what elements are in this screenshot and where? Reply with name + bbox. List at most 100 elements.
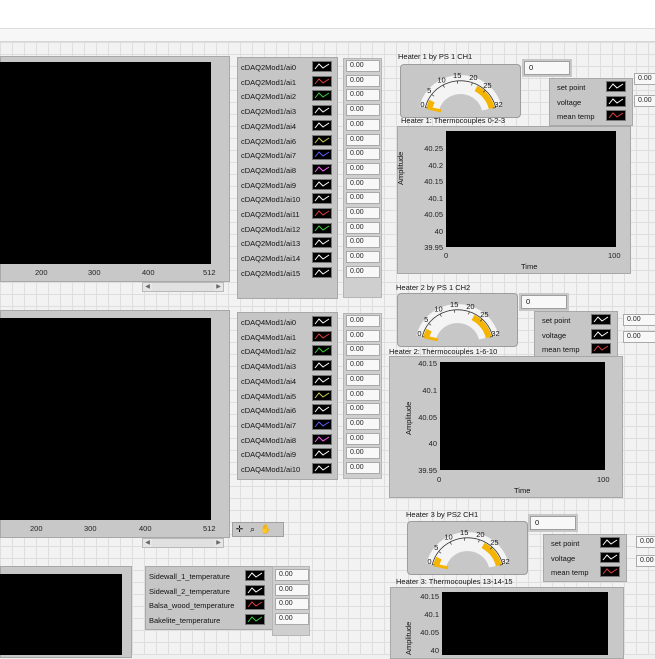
waveform-graph-top-plot[interactable]	[0, 62, 211, 264]
channel-value: 0.00	[346, 433, 380, 445]
legend-row[interactable]: mean temp	[547, 566, 623, 578]
crosshair-icon[interactable]: ✛	[234, 524, 245, 535]
legend-row[interactable]: cDAQ4Mod1/ai0	[241, 316, 336, 328]
plot-line-swatch-icon[interactable]	[312, 252, 332, 263]
plot-line-swatch-icon[interactable]	[312, 404, 332, 415]
legend-row[interactable]: cDAQ2Mod1/ai6	[241, 135, 336, 147]
legend-row[interactable]: mean temp	[553, 110, 629, 122]
plot-line-swatch-icon[interactable]	[312, 76, 332, 87]
plot-line-swatch-icon[interactable]	[312, 434, 332, 445]
legend-row[interactable]: set point	[538, 314, 614, 326]
plot-line-swatch-icon[interactable]	[312, 120, 332, 131]
zoom-icon[interactable]: ⌕	[247, 524, 258, 535]
legend-row[interactable]: mean temp	[538, 343, 614, 355]
heater2-numeric[interactable]: 0	[521, 295, 567, 309]
legend-row[interactable]: cDAQ2Mod1/ai10	[241, 193, 336, 205]
legend-row[interactable]: cDAQ4Mod1/ai5	[241, 390, 336, 402]
plot-line-swatch-icon[interactable]	[591, 314, 611, 325]
legend-row[interactable]: cDAQ2Mod1/ai12	[241, 223, 336, 235]
plot-line-swatch-icon[interactable]	[312, 316, 332, 327]
plot-line-swatch-icon[interactable]	[591, 343, 611, 354]
plot-line-swatch-icon[interactable]	[312, 463, 332, 474]
legend-row[interactable]: voltage	[538, 329, 614, 341]
plot-line-swatch-icon[interactable]	[600, 552, 620, 563]
plot-line-swatch-icon[interactable]	[312, 419, 332, 430]
heater3-chart-plot[interactable]	[442, 592, 608, 655]
legend-row[interactable]: voltage	[547, 552, 623, 564]
plot-line-swatch-icon[interactable]	[606, 81, 626, 92]
plot-line-swatch-icon[interactable]	[312, 223, 332, 234]
graph-top-scrollbar[interactable]: ◀ ▶	[142, 282, 224, 292]
plot-line-swatch-icon[interactable]	[312, 390, 332, 401]
gauge-scale-label: 25	[483, 81, 491, 90]
legend-row[interactable]: cDAQ4Mod1/ai6	[241, 404, 336, 416]
heater3-numeric[interactable]: 0	[530, 516, 576, 530]
legend-row[interactable]: Bakelite_temperature	[149, 614, 271, 626]
legend-row[interactable]: cDAQ2Mod1/ai13	[241, 237, 336, 249]
legend-row[interactable]: set point	[547, 537, 623, 549]
legend-row[interactable]: Sidewall_1_temperature	[149, 570, 271, 582]
legend-row[interactable]: cDAQ4Mod1/ai1	[241, 331, 336, 343]
plot-line-swatch-icon[interactable]	[312, 164, 332, 175]
legend-row[interactable]: cDAQ2Mod1/ai15	[241, 267, 336, 279]
scroll-right-icon[interactable]: ▶	[214, 539, 223, 547]
plot-line-swatch-icon[interactable]	[312, 345, 332, 356]
legend-row[interactable]: cDAQ4Mod1/ai9	[241, 448, 336, 460]
plot-line-swatch-icon[interactable]	[245, 614, 265, 625]
legend-row[interactable]: cDAQ2Mod1/ai1	[241, 76, 336, 88]
plot-line-swatch-icon[interactable]	[245, 570, 265, 581]
heater2-chart-plot[interactable]	[440, 362, 605, 470]
heater1-numeric[interactable]: 0	[524, 61, 570, 75]
plot-line-swatch-icon[interactable]	[312, 105, 332, 116]
waveform-graph-middle-plot[interactable]	[0, 318, 211, 520]
plot-line-swatch-icon[interactable]	[600, 566, 620, 577]
plot-line-swatch-icon[interactable]	[312, 135, 332, 146]
legend-row[interactable]: cDAQ4Mod1/ai2	[241, 345, 336, 357]
plot-line-swatch-icon[interactable]	[606, 96, 626, 107]
waveform-graph-bottom-plot[interactable]	[0, 574, 122, 655]
legend-row[interactable]: cDAQ4Mod1/ai3	[241, 360, 336, 372]
plot-line-swatch-icon[interactable]	[312, 90, 332, 101]
plot-line-swatch-icon[interactable]	[245, 599, 265, 610]
legend-row[interactable]: cDAQ2Mod1/ai2	[241, 90, 336, 102]
legend-row[interactable]: cDAQ4Mod1/ai8	[241, 434, 336, 446]
plot-line-swatch-icon[interactable]	[591, 329, 611, 340]
plot-line-swatch-icon[interactable]	[606, 110, 626, 121]
plot-line-swatch-icon[interactable]	[245, 585, 265, 596]
heater2-x-tick: 100	[597, 475, 610, 484]
legend-row[interactable]: cDAQ4Mod1/ai7	[241, 419, 336, 431]
legend-row[interactable]: cDAQ2Mod1/ai7	[241, 149, 336, 161]
legend-row[interactable]: cDAQ2Mod1/ai11	[241, 208, 336, 220]
plot-line-swatch-icon[interactable]	[312, 208, 332, 219]
legend-row[interactable]: cDAQ2Mod1/ai9	[241, 179, 336, 191]
scroll-left-icon[interactable]: ◀	[143, 539, 152, 547]
plot-line-swatch-icon[interactable]	[312, 237, 332, 248]
legend-row[interactable]: cDAQ4Mod1/ai4	[241, 375, 336, 387]
legend-row[interactable]: cDAQ2Mod1/ai8	[241, 164, 336, 176]
legend-row[interactable]: set point	[553, 81, 629, 93]
channel-name: cDAQ4Mod1/ai1	[241, 332, 310, 343]
plot-line-swatch-icon[interactable]	[312, 193, 332, 204]
heater1-chart-plot[interactable]	[446, 131, 616, 247]
legend-row[interactable]: cDAQ2Mod1/ai4	[241, 120, 336, 132]
plot-line-swatch-icon[interactable]	[312, 375, 332, 386]
plot-line-swatch-icon[interactable]	[312, 149, 332, 160]
plot-line-swatch-icon[interactable]	[312, 360, 332, 371]
legend-row[interactable]: Sidewall_2_temperature	[149, 585, 271, 597]
legend-row[interactable]: cDAQ2Mod1/ai14	[241, 252, 336, 264]
pan-hand-icon[interactable]: ✋	[260, 524, 271, 535]
legend-row[interactable]: voltage	[553, 96, 629, 108]
legend-row[interactable]: Balsa_wood_temperature	[149, 599, 271, 611]
plot-line-swatch-icon[interactable]	[312, 331, 332, 342]
scroll-left-icon[interactable]: ◀	[143, 283, 152, 291]
plot-line-swatch-icon[interactable]	[312, 267, 332, 278]
graph-middle-scrollbar[interactable]: ◀ ▶	[142, 538, 224, 548]
legend-row[interactable]: cDAQ4Mod1/ai10	[241, 463, 336, 475]
plot-line-swatch-icon[interactable]	[312, 61, 332, 72]
scroll-right-icon[interactable]: ▶	[214, 283, 223, 291]
plot-line-swatch-icon[interactable]	[600, 537, 620, 548]
plot-line-swatch-icon[interactable]	[312, 448, 332, 459]
plot-line-swatch-icon[interactable]	[312, 179, 332, 190]
legend-row[interactable]: cDAQ2Mod1/ai3	[241, 105, 336, 117]
legend-row[interactable]: cDAQ2Mod1/ai0	[241, 61, 336, 73]
